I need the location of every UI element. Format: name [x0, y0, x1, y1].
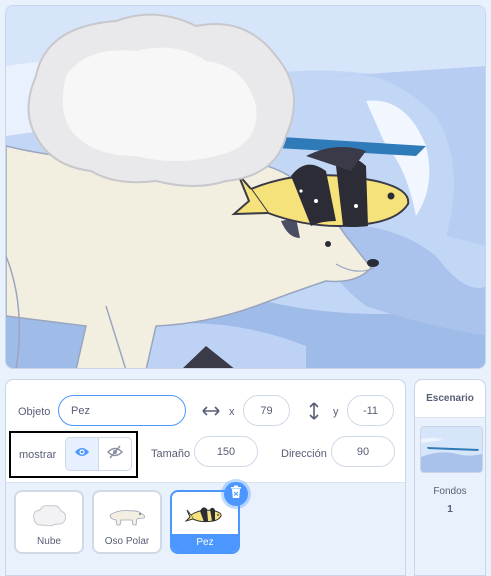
x-input[interactable]: 79	[243, 395, 290, 426]
show-sprite-button[interactable]	[66, 438, 99, 470]
direction-input[interactable]: 90	[331, 436, 395, 467]
sprite-info-pane: Objeto Pez x 79 y -11 mostrar Tamaño 150…	[5, 379, 406, 576]
direction-value: 90	[356, 445, 370, 458]
trash-icon	[230, 485, 242, 504]
stage-pane-title: Escenario	[415, 380, 485, 418]
sprite-tile-oso-polar[interactable]: Oso Polar	[92, 490, 162, 554]
y-value: -11	[362, 404, 379, 417]
y-input[interactable]: -11	[347, 395, 394, 426]
sprite-tile-label: Nube	[37, 536, 61, 547]
size-value: 150	[216, 445, 236, 458]
eye-slash-icon	[106, 445, 123, 464]
stage-selector-pane[interactable]: Escenario Fondos 1	[414, 379, 486, 576]
hide-sprite-button[interactable]	[99, 438, 132, 470]
backdrops-count: 1	[447, 504, 453, 515]
sprite-name-label: Objeto	[18, 406, 51, 418]
cloud-thumbnail	[16, 498, 82, 534]
sprite-tile-nube[interactable]: Nube	[14, 490, 84, 554]
cloud-sprite[interactable]	[27, 13, 295, 187]
direction-label: Dirección	[281, 448, 327, 460]
stage-canvas[interactable]	[5, 5, 486, 369]
eye-icon	[74, 445, 90, 463]
sprite-tile-label: Oso Polar	[104, 536, 150, 547]
x-value: 79	[260, 404, 273, 417]
size-label: Tamaño	[151, 448, 191, 460]
size-input[interactable]: 150	[194, 436, 258, 467]
sprite-name-input[interactable]: Pez	[58, 395, 186, 426]
horizontal-arrows-icon	[202, 402, 220, 420]
stage-scene	[6, 6, 485, 368]
sprite-name-value: Pez	[71, 404, 90, 417]
visibility-toggle	[65, 437, 132, 471]
sprite-tile-label: Pez	[172, 534, 238, 552]
backdrop-thumbnail[interactable]	[420, 426, 483, 473]
backdrops-label: Fondos	[433, 486, 467, 497]
vertical-arrows-icon	[307, 401, 321, 421]
show-label: mostrar	[19, 449, 57, 461]
x-label: x	[229, 406, 235, 418]
delete-sprite-button[interactable]	[224, 482, 248, 506]
sprite-info-header: Objeto Pez x 79 y -11 mostrar Tamaño 150…	[6, 380, 405, 483]
sprite-tile-pez[interactable]: Pez	[170, 482, 248, 554]
show-toggle-group: mostrar	[9, 431, 138, 478]
scratch-editor-right-pane: Objeto Pez x 79 y -11 mostrar Tamaño 150…	[0, 0, 491, 576]
y-label: y	[333, 406, 339, 418]
polar-bear-thumbnail	[94, 498, 160, 534]
